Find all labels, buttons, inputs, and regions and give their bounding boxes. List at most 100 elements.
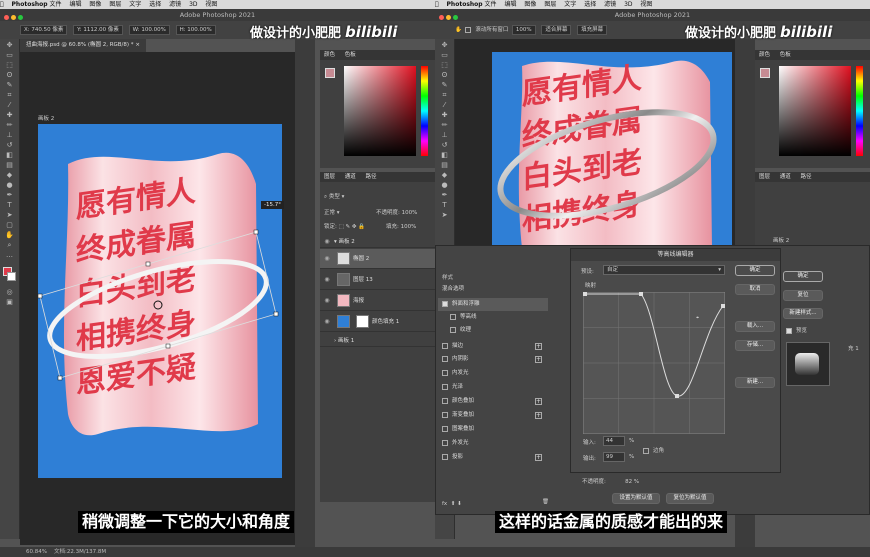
crop-tool-icon[interactable]: ⌗ [440, 92, 449, 99]
style-item-contour[interactable]: 等高线 [438, 311, 548, 324]
healing-tool-icon[interactable]: ✚ [440, 112, 449, 119]
output-field[interactable]: 99 [603, 452, 625, 462]
tab-paths[interactable]: 路径 [801, 174, 812, 180]
layer-row-ellipse2[interactable]: ◉ 椭圆 2 [320, 249, 435, 269]
h-field[interactable]: H: 100.00% [175, 24, 216, 35]
type-tool-icon[interactable]: T [5, 202, 14, 209]
transform-handle[interactable] [57, 375, 63, 381]
preview-checkbox[interactable]: 预览 [786, 326, 807, 334]
style-item-pattern-overlay[interactable]: 图案叠加 [438, 423, 548, 436]
add-icon[interactable]: + [535, 412, 542, 419]
transform-handle[interactable] [38, 293, 43, 299]
new-style-button[interactable]: 新建样式... [783, 308, 823, 319]
tab-color[interactable]: 颜色 [324, 52, 335, 58]
marquee-tool-icon[interactable]: ⬚ [440, 62, 449, 69]
healing-tool-icon[interactable]: ✚ [5, 112, 14, 119]
fx-menu[interactable]: fx ⬆ ⬇ [442, 501, 462, 507]
save-button[interactable]: 存储... [735, 340, 775, 351]
eraser-tool-icon[interactable]: ◧ [440, 152, 449, 159]
apple-icon[interactable]:  [0, 1, 4, 8]
brush-tool-icon[interactable]: ✏ [440, 122, 449, 129]
style-item-drop-shadow[interactable]: 投影 + [438, 451, 548, 464]
menu-edit[interactable]: 编辑 [504, 1, 516, 8]
crop-tool-icon[interactable]: ⌗ [5, 92, 14, 99]
marquee-tool-icon[interactable]: ⬚ [5, 62, 14, 69]
scroll-all-checkbox[interactable]: 滚动所有窗口 [465, 26, 508, 33]
tab-channels[interactable]: 通道 [345, 174, 356, 180]
menu-view[interactable]: 视图 [640, 1, 652, 8]
x-field[interactable]: X: 740.50 像素 [20, 24, 68, 35]
style-item[interactable]: 样式 [442, 273, 453, 281]
style-item-inner-shadow[interactable]: 内阴影 + [438, 353, 548, 366]
lock-controls[interactable]: 锁定: ⬚ ✎ ✥ 🔒 [324, 222, 365, 230]
layer-row-poster[interactable]: ◉ 海报 [320, 291, 435, 311]
add-icon[interactable]: + [535, 343, 542, 350]
tab-layers[interactable]: 图层 [324, 174, 335, 180]
path-select-icon[interactable]: ➤ [440, 212, 449, 219]
w-field[interactable]: W: 100.00% [128, 24, 170, 35]
style-item-satin[interactable]: 光泽 [438, 381, 548, 394]
menu-edit[interactable]: 编辑 [69, 1, 81, 8]
preset-select[interactable]: 自定 ▾ [603, 265, 725, 275]
saturation-field[interactable] [779, 66, 851, 156]
layer-row-colorfill[interactable]: ◉ 颜色填充 1 [320, 312, 435, 332]
metal-ring[interactable] [492, 92, 725, 236]
gradient-tool-icon[interactable]: ▤ [440, 162, 449, 169]
layer-row-artboard2[interactable]: 画板 2 [773, 236, 789, 244]
type-tool-icon[interactable]: T [440, 202, 449, 209]
fg-swatch[interactable] [760, 68, 770, 78]
style-item-blend-options[interactable]: 混合选项 [438, 283, 548, 296]
style-item-texture[interactable]: 纹理 [438, 324, 548, 337]
menu-type[interactable]: 文字 [564, 1, 576, 8]
shape-tool-icon[interactable]: ▢ [5, 222, 14, 229]
reset-default-button[interactable]: 复位为默认值 [666, 493, 714, 504]
history-brush-icon[interactable]: ↺ [440, 142, 449, 149]
eyedropper-tool-icon[interactable]: ⁄ [5, 102, 14, 109]
artboard-tool-icon[interactable]: ▭ [5, 52, 14, 59]
document-tab[interactable]: 扭曲海报.psd @ 60.8% (椭圆 2, RGB/8) * × [20, 39, 146, 52]
transform-handle[interactable] [273, 311, 279, 317]
add-icon[interactable]: + [535, 398, 542, 405]
style-item-bevel[interactable]: 斜面和浮雕 [438, 298, 548, 311]
style-item-color-overlay[interactable]: 颜色叠加 + [438, 395, 548, 408]
move-tool-icon[interactable]: ✥ [440, 42, 449, 49]
menu-type[interactable]: 文字 [129, 1, 141, 8]
cancel-button[interactable]: 取消 [735, 284, 775, 295]
gradient-tool-icon[interactable]: ▤ [5, 162, 14, 169]
quick-mask-icon[interactable]: ◎ [5, 289, 14, 296]
style-item-gradient-overlay[interactable]: 渐变叠加 + [438, 409, 548, 422]
lasso-tool-icon[interactable]: ʘ [5, 72, 14, 79]
ok-button[interactable]: 确定 [783, 271, 823, 282]
history-brush-icon[interactable]: ↺ [5, 142, 14, 149]
eye-icon[interactable]: ◉ [320, 270, 334, 290]
blur-tool-icon[interactable]: ◆ [440, 172, 449, 179]
fill-control[interactable]: 填充: 100% [386, 222, 416, 230]
add-icon[interactable]: + [535, 454, 542, 461]
curve-point[interactable] [639, 292, 643, 296]
close-dot[interactable] [439, 15, 444, 20]
contour-graph[interactable] [583, 292, 725, 434]
menu-image[interactable]: 图像 [524, 1, 536, 8]
minimize-dot[interactable] [446, 15, 451, 20]
stamp-tool-icon[interactable]: ⊥ [440, 132, 449, 139]
layer-row-layer13[interactable]: ◉ 图层 13 [320, 270, 435, 290]
tab-color[interactable]: 颜色 [759, 52, 770, 58]
path-select-icon[interactable]: ➤ [5, 212, 14, 219]
stamp-tool-icon[interactable]: ⊥ [5, 132, 14, 139]
style-item-stroke[interactable]: 描边 + [438, 340, 548, 353]
curve-point[interactable] [721, 304, 725, 308]
add-icon[interactable]: + [535, 356, 542, 363]
menu-select[interactable]: 选择 [149, 1, 161, 8]
y-field[interactable]: Y: 1112.00 像素 [73, 24, 123, 35]
layer-row-artboard1[interactable]: › 画板 1 [320, 335, 435, 347]
transform-handle[interactable] [145, 261, 151, 267]
pen-tool-icon[interactable]: ✒ [440, 192, 449, 199]
app-name[interactable]: Photoshop [447, 1, 483, 8]
eye-icon[interactable]: ◉ [320, 312, 334, 332]
menu-3d[interactable]: 3D [624, 1, 632, 8]
menu-filter[interactable]: 滤镜 [169, 1, 181, 8]
layer-row-artboard2[interactable]: ◉ ▾ 画板 2 [320, 236, 435, 248]
load-button[interactable]: 载入... [735, 321, 775, 332]
menu-file[interactable]: 文件 [50, 1, 62, 8]
eye-icon[interactable]: ◉ [320, 236, 334, 248]
